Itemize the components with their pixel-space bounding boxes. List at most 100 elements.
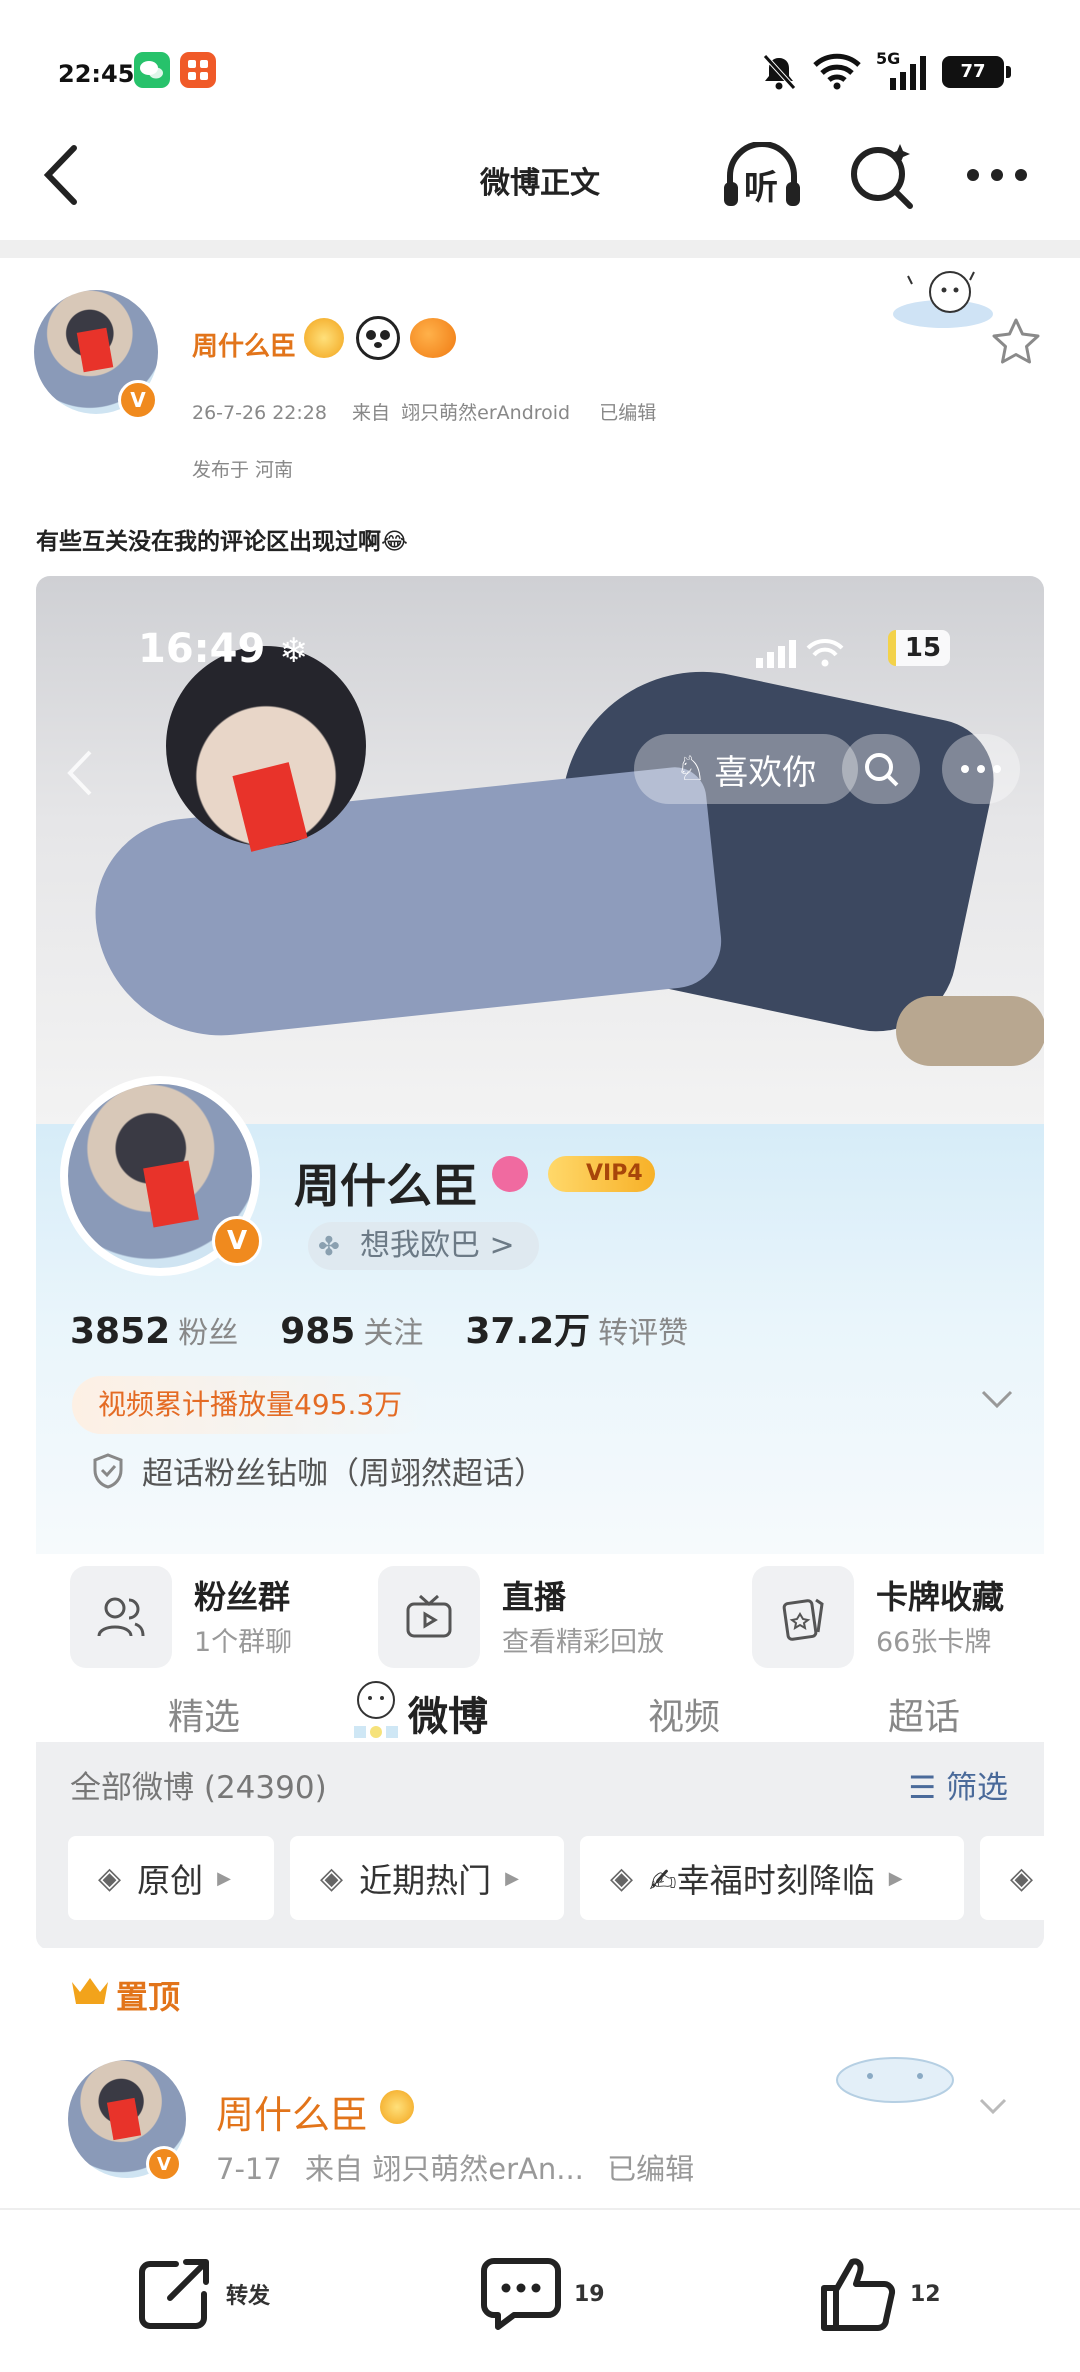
- pinned-crown-icon: [70, 1974, 110, 2010]
- fan-group-title: 粉丝群: [194, 1578, 291, 1616]
- pinned-source: 来自 翊只萌然erAn...: [305, 2152, 584, 2186]
- filter-icon: ☰: [908, 1770, 946, 1806]
- pinned-meta: 7-17 来自 翊只萌然erAn... 已编辑: [216, 2146, 694, 2188]
- author-name[interactable]: 周什么臣: [192, 326, 296, 363]
- fan-group-sub: 1个群聊: [194, 1627, 293, 1658]
- pinned-label-text: 置顶: [116, 1978, 181, 2016]
- panda-badge-icon: [356, 316, 400, 360]
- repost-button[interactable]: 转发: [136, 2254, 270, 2334]
- card-sub: 66张卡牌: [876, 1627, 992, 1658]
- embedded-verified-badge: V: [212, 1216, 262, 1266]
- layers-icon: ◈: [610, 1860, 634, 1896]
- embedded-more-icon: [942, 734, 1020, 804]
- following-count: 985: [280, 1311, 356, 1352]
- pinned-date: 7-17: [216, 2152, 282, 2186]
- pinned-crown-badge-icon: [380, 2090, 414, 2124]
- embedded-status-time: 16:49 ❄: [138, 626, 308, 672]
- tab-weibo: 微博: [408, 1694, 488, 1740]
- crown-badge-icon: [304, 318, 344, 358]
- shield-icon: [92, 1452, 124, 1494]
- wifi-icon: [812, 52, 862, 94]
- bottom-action-bar: 转发 19 12: [0, 2208, 1080, 2372]
- listen-label: 听: [744, 168, 778, 208]
- pinned-author: 周什么臣: [216, 2093, 369, 2137]
- comment-icon: [481, 2258, 561, 2330]
- banner-shoe: [896, 996, 1044, 1066]
- embedded-profile-name: 周什么臣: [294, 1159, 478, 1213]
- post-location: 发布于 河南: [192, 459, 294, 481]
- vip-badge: VIP4: [548, 1156, 655, 1192]
- following-label: 关注: [363, 1316, 424, 1351]
- embedded-signal-icon: [756, 634, 846, 674]
- pinned-chevron-icon: [978, 2096, 1008, 2120]
- mute-icon: [760, 52, 798, 96]
- post-text: 有些互关没在我的评论区出现过啊😂: [36, 529, 408, 555]
- fan-group-icon: [70, 1566, 172, 1668]
- like-you-pill: ♘ 喜欢你: [634, 734, 858, 804]
- svg-text:5G: 5G: [876, 49, 900, 68]
- all-posts-count: 全部微博 (24390): [70, 1770, 327, 1806]
- interactions-count: 37.2万: [465, 1311, 591, 1352]
- edited-label[interactable]: 已编辑: [599, 402, 656, 424]
- video-play-count: 视频累计播放量495.3万: [72, 1376, 429, 1434]
- listen-button[interactable]: 听: [720, 142, 804, 212]
- page-title: 微博正文: [480, 166, 600, 201]
- pinned-sticker: [830, 2040, 960, 2110]
- repost-label: 转发: [226, 2284, 271, 2309]
- tab-video: 视频: [648, 1697, 721, 1738]
- section-divider: [0, 240, 1080, 258]
- card-title: 卡牌收藏: [876, 1578, 1005, 1616]
- post-date: 26-7-26 22:28: [192, 402, 327, 424]
- battery-indicator: 77: [942, 56, 1011, 88]
- superchat-label: 超话粉丝钻咖（周翊然超话）: [142, 1456, 545, 1492]
- embedded-stats: 3852 粉丝 985 关注 37.2万 转评赞: [70, 1302, 730, 1354]
- pinned-edited: 已编辑: [607, 2152, 695, 2186]
- embedded-search-icon: [842, 734, 920, 804]
- fish-badge-icon: [410, 318, 456, 358]
- like-icon: ♘: [675, 749, 707, 789]
- more-options-button[interactable]: [962, 150, 1032, 200]
- chip-overflow: ◈: [980, 1836, 1044, 1920]
- clover-icon: ✤: [318, 1232, 340, 1262]
- star-icon: [992, 318, 1040, 364]
- expand-chevron-icon: [980, 1388, 1014, 1414]
- tab-mascot-icon: [346, 1676, 406, 1746]
- banner-figure-body: [86, 764, 726, 1048]
- more-dots-icon: [967, 169, 1027, 181]
- chip-hot: ◈ 近期热门 ▶: [290, 1836, 564, 1920]
- fans-label: 粉丝: [178, 1316, 239, 1351]
- chip-happy: ◈ ✍幸福时刻降临 ▶: [580, 1836, 964, 1920]
- miss-oppa-pill: 想我欧巴 >: [308, 1222, 539, 1270]
- post-meta: 26-7-26 22:28 来自 翊只萌然erAndroid 已编辑: [192, 398, 656, 425]
- pinned-verified-badge: V: [146, 2146, 182, 2182]
- layers-icon: ◈: [1010, 1860, 1034, 1896]
- fans-count: 3852: [70, 1311, 171, 1352]
- like-button[interactable]: 12: [818, 2254, 941, 2334]
- source-prefix: 来自: [352, 402, 391, 424]
- search-button[interactable]: [846, 140, 918, 212]
- share-icon: [139, 2259, 209, 2329]
- status-bar: 22:45 5G 77: [0, 0, 1080, 120]
- app-notification-icon: [180, 52, 216, 88]
- chip-original: ◈ 原创 ▶: [68, 1836, 274, 1920]
- card-collection-icon: [752, 1566, 854, 1668]
- live-tv-icon: [378, 1566, 480, 1668]
- comment-count: 19: [574, 2281, 605, 2307]
- live-sub: 查看精彩回放: [502, 1627, 664, 1658]
- comment-button[interactable]: 19: [480, 2254, 605, 2334]
- filter-button: ☰ 筛选: [908, 1770, 1008, 1806]
- verified-badge: V: [118, 380, 158, 420]
- status-time: 22:45: [58, 60, 135, 88]
- search-pink-icon: [492, 1156, 528, 1192]
- like-count: 12: [910, 2281, 941, 2307]
- wechat-icon: [134, 52, 170, 88]
- tab-featured: 精选: [168, 1697, 241, 1738]
- favorite-star-button[interactable]: [990, 316, 1042, 372]
- interactions-label: 转评赞: [598, 1316, 689, 1351]
- post-source-link[interactable]: 翊只萌然erAndroid: [401, 402, 570, 424]
- tab-supertopic: 超话: [888, 1697, 961, 1738]
- signal-5g-icon: 5G: [876, 48, 928, 96]
- live-title: 直播: [502, 1578, 567, 1616]
- post-image[interactable]: 16:49 ❄ 15 ♘ 喜欢你 V 周什么臣 VIP4 想我欧巴 > ✤ 385…: [36, 576, 1044, 1950]
- layers-icon: ◈: [98, 1860, 122, 1896]
